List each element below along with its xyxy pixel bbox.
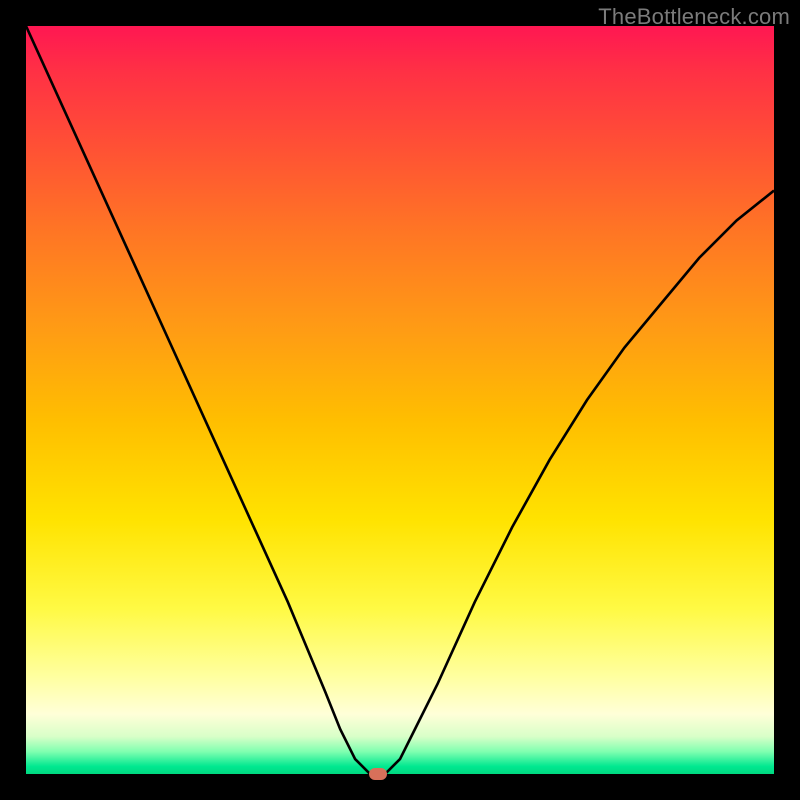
curve-svg — [26, 26, 774, 774]
plot-area — [26, 26, 774, 774]
chart-frame: TheBottleneck.com — [0, 0, 800, 800]
bottleneck-curve — [26, 26, 774, 774]
optimal-point-marker — [369, 768, 387, 780]
